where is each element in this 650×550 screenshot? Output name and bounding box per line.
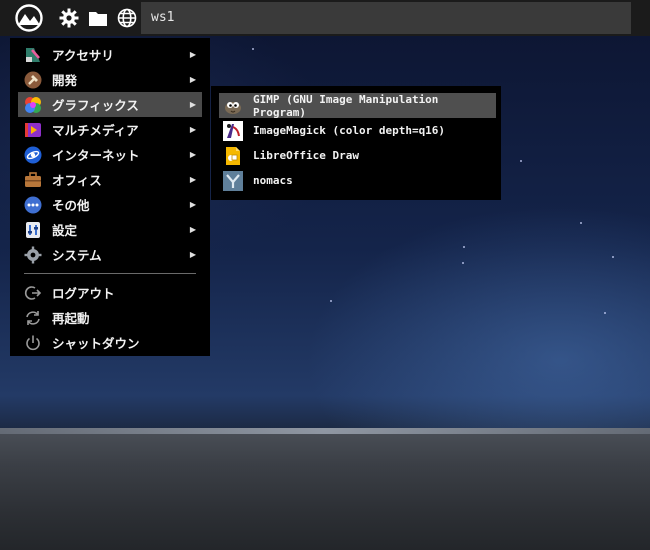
- menu-item-multimedia[interactable]: マルチメディア ▶: [18, 117, 202, 142]
- submenu-item-imagemagick[interactable]: ImageMagick (color depth=q16): [219, 118, 496, 143]
- submenu-arrow-icon: ▶: [189, 125, 196, 134]
- menu-item-development[interactable]: 開発 ▶: [18, 67, 202, 92]
- menu-item-label: グラフィックス: [52, 98, 139, 113]
- menu-item-internet[interactable]: インターネット ▶: [18, 142, 202, 167]
- submenu-arrow-icon: ▶: [189, 100, 196, 109]
- menu-item-shutdown[interactable]: シャットダウン: [18, 330, 202, 355]
- submenu-item-nomacs[interactable]: nomacs: [219, 168, 496, 193]
- restart-icon: [24, 309, 42, 327]
- submenu-item-label: ImageMagick (color depth=q16): [253, 124, 446, 137]
- star: [462, 262, 464, 264]
- accessories-icon: [24, 46, 42, 64]
- multimedia-icon: [24, 121, 42, 139]
- star: [580, 222, 582, 224]
- menu-separator: [24, 273, 196, 274]
- submenu-arrow-icon: ▶: [189, 150, 196, 159]
- menu-item-settings[interactable]: 設定 ▶: [18, 217, 202, 242]
- submenu-arrow-icon: ▶: [189, 75, 196, 84]
- imagemagick-icon: [223, 120, 243, 141]
- menu-item-label: オフィス: [52, 173, 102, 188]
- top-panel: ws1: [0, 0, 650, 36]
- logout-icon: [24, 284, 42, 302]
- submenu-item-label: GIMP (GNU Image Manipulation Program): [253, 92, 439, 119]
- system-icon: [24, 246, 42, 264]
- star: [252, 48, 254, 50]
- menu-item-logout[interactable]: ログアウト: [18, 280, 202, 305]
- folder-icon[interactable]: [87, 7, 109, 29]
- menu-item-restart[interactable]: 再起動: [18, 305, 202, 330]
- shutdown-icon: [24, 334, 42, 352]
- menu-item-other[interactable]: その他 ▶: [18, 192, 202, 217]
- globe-icon[interactable]: [116, 7, 138, 29]
- logo-icon[interactable]: [12, 3, 46, 33]
- submenu-item-gimp[interactable]: GIMP (GNU Image Manipulation Program): [219, 92, 496, 119]
- menu-item-label: 再起動: [52, 311, 90, 326]
- submenu-arrow-icon: ▶: [189, 200, 196, 209]
- internet-icon: [24, 146, 42, 164]
- menu-item-label: 設定: [52, 223, 78, 238]
- star: [463, 246, 465, 248]
- menu-item-label: 開発: [52, 73, 78, 88]
- menu-item-label: その他: [52, 198, 90, 213]
- menu-item-office[interactable]: オフィス ▶: [18, 167, 202, 192]
- submenu-arrow-icon: ▶: [189, 225, 196, 234]
- gear-icon[interactable]: [58, 7, 80, 29]
- office-icon: [24, 171, 42, 189]
- menu-item-label: ログアウト: [52, 286, 115, 301]
- submenu-arrow-icon: ▶: [189, 50, 196, 59]
- other-icon: [24, 196, 42, 214]
- menu-item-accessories[interactable]: アクセサリ ▶: [18, 42, 202, 67]
- menu-item-graphics[interactable]: グラフィックス ▶: [18, 92, 202, 117]
- libreoffice-draw-icon: [223, 146, 243, 166]
- star: [520, 160, 522, 162]
- menu-item-system[interactable]: システム ▶: [18, 242, 202, 267]
- menu-item-label: アクセサリ: [52, 48, 114, 63]
- development-icon: [24, 71, 42, 89]
- star: [612, 256, 614, 258]
- submenu-item-label: nomacs: [253, 174, 293, 187]
- submenu-item-libreoffice-draw[interactable]: LibreOffice Draw: [219, 143, 496, 168]
- submenu-arrow-icon: ▶: [189, 175, 196, 184]
- application-menu: アクセサリ ▶ 開発 ▶ グラフィックス ▶ マルチメディア ▶ インターネット: [10, 38, 210, 356]
- menu-item-label: インターネット: [52, 148, 140, 163]
- menu-item-label: シャットダウン: [52, 336, 140, 351]
- desktop-ground: [0, 428, 650, 550]
- gimp-icon: [223, 96, 243, 116]
- menu-item-label: システム: [52, 248, 102, 263]
- graphics-submenu: GIMP (GNU Image Manipulation Program) Im…: [211, 86, 501, 200]
- submenu-arrow-icon: ▶: [189, 250, 196, 259]
- star: [604, 312, 606, 314]
- settings-icon: [24, 221, 42, 239]
- menu-item-label: マルチメディア: [52, 123, 139, 138]
- submenu-item-label: LibreOffice Draw: [253, 149, 359, 162]
- graphics-icon: [24, 96, 42, 114]
- star: [330, 300, 332, 302]
- nomacs-icon: [223, 170, 243, 191]
- workspace-name-field[interactable]: ws1: [141, 2, 631, 34]
